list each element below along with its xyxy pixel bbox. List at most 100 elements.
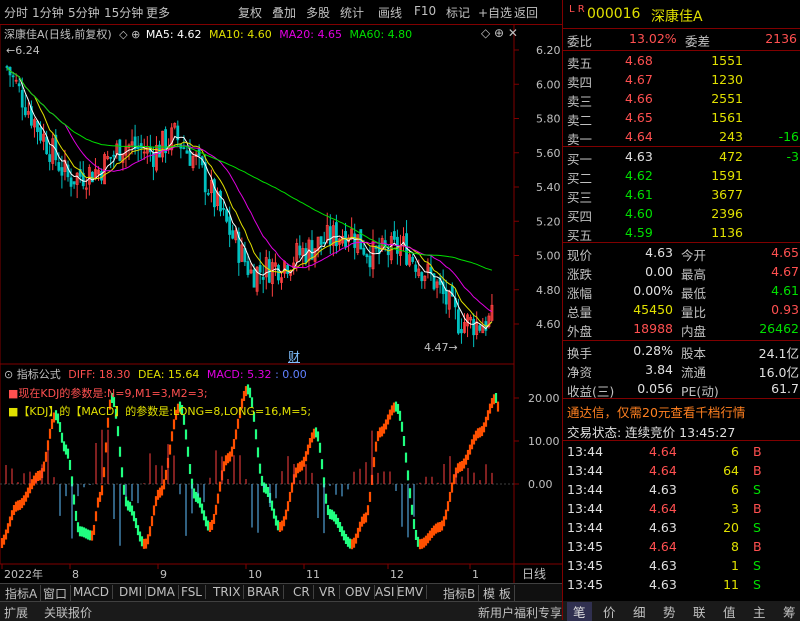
ma10-line: [6, 67, 493, 327]
candle-body: [139, 143, 143, 149]
indicator-tab[interactable]: DMA: [144, 585, 179, 599]
stat-value: 0.00: [645, 264, 673, 279]
tick-side: B: [753, 539, 762, 554]
tick-price: 4.64: [649, 501, 677, 516]
indicator-tab[interactable]: 指标B: [440, 585, 480, 602]
candle-body: [112, 154, 116, 157]
stat-label: 换手: [567, 346, 593, 361]
related-quote-button[interactable]: 关联报价: [44, 604, 92, 621]
indicator-tab[interactable]: CR: [290, 585, 314, 599]
detail-tab[interactable]: 联: [687, 602, 712, 621]
macd-label: MACD: 5.32: [206, 368, 272, 381]
detail-tab[interactable]: 势: [657, 602, 682, 621]
toolbar-item[interactable]: 复权: [238, 4, 262, 21]
stat-value: 0.28%: [633, 343, 673, 358]
indicator-tab[interactable]: TRIX: [210, 585, 245, 599]
panel-controls-icon[interactable]: ◇ ⊕ ✕: [481, 26, 518, 40]
collapse-icon[interactable]: ⊙: [4, 368, 13, 381]
stat-row: 收益(三) 0.056 PE(动) 61.7: [563, 380, 800, 399]
level-price: 4.62: [625, 168, 653, 183]
candle-body: [252, 269, 256, 288]
promo-row[interactable]: 通达信，仅需20元查看千档行情: [563, 401, 800, 420]
level-price: 4.65: [625, 110, 653, 125]
indicator-tab[interactable]: 窗口: [40, 585, 72, 602]
toolbar-item[interactable]: +自选: [478, 4, 512, 21]
toolbar-item[interactable]: 标记: [446, 4, 470, 21]
indicator-formula-button[interactable]: 指标公式: [17, 368, 61, 381]
indicator-tab[interactable]: 模 板: [480, 585, 515, 602]
stat-value: 0.056: [637, 381, 673, 396]
candle-body: [48, 154, 52, 162]
toolbar-item[interactable]: 15分钟: [104, 4, 143, 21]
finance-marker[interactable]: 财: [288, 348, 300, 365]
bid-row: 买五 4.59 1136: [563, 224, 800, 243]
level-volume: 243: [719, 129, 743, 144]
date-label: 12: [390, 568, 404, 581]
candle-body: [45, 136, 49, 155]
tick-row: 13:45 4.64 8 B: [563, 538, 800, 557]
stat-row: 总量 45450 量比 0.93: [563, 301, 800, 320]
detail-tab[interactable]: 细: [627, 602, 652, 621]
date-label: 8: [72, 568, 79, 581]
candle-body: [328, 226, 332, 245]
tick-side: B: [753, 444, 762, 459]
candle-body: [185, 150, 189, 154]
extend-button[interactable]: 扩展: [4, 604, 28, 621]
kline-chart[interactable]: 6.20 6.00 5.80 5.60 5.40 5.20 5.00 4.80 4.60 20.…: [0, 24, 562, 583]
indicator-tab[interactable]: 指标A: [2, 585, 42, 602]
toolbar-item[interactable]: 1分钟: [32, 4, 64, 21]
toolbar-item[interactable]: 更多: [146, 4, 170, 21]
date-label: 2022年: [4, 567, 43, 581]
detail-tab[interactable]: 筹: [777, 602, 800, 621]
indicator-tab[interactable]: OBV: [342, 585, 375, 599]
toolbar-item[interactable]: 多股: [306, 4, 330, 21]
price-axis-label: 4.60: [536, 318, 561, 331]
tick-row: 13:44 4.64 64 B: [563, 462, 800, 481]
candle-body: [478, 325, 482, 331]
indicator-tab[interactable]: MACD: [70, 585, 113, 599]
low-marker: 4.47→: [424, 341, 458, 354]
stat-value: 3.84: [645, 362, 673, 377]
candle-body: [206, 192, 210, 195]
toolbar-item[interactable]: 统计: [340, 4, 364, 21]
level-icon: L R: [569, 4, 585, 15]
toolbar-item[interactable]: 5分钟: [68, 4, 100, 21]
toolbar-item[interactable]: 画线: [378, 4, 402, 21]
toolbar-item[interactable]: F10: [414, 4, 436, 18]
stat-label: 流通: [681, 365, 707, 380]
quote-header: L R 000016 深康佳A: [563, 4, 800, 26]
candle-body: [310, 240, 314, 260]
level-price: 4.66: [625, 91, 653, 106]
indicator-tab[interactable]: DMI: [116, 585, 147, 599]
indicator-tab[interactable]: VR: [316, 585, 340, 599]
promo-link[interactable]: 新用户福利专享: [478, 604, 562, 621]
detail-tab[interactable]: 笔: [567, 602, 592, 621]
date-label: 11: [306, 568, 320, 581]
toolbar-item[interactable]: 分时: [4, 4, 28, 21]
stat-row: 现价 4.63 今开 4.65: [563, 244, 800, 263]
bid-row: 买三 4.61 3677: [563, 186, 800, 205]
indicator-tab[interactable]: EMV: [394, 585, 428, 599]
price-axis-label: 5.20: [536, 215, 561, 228]
toggle-icon[interactable]: ◇ ⊕: [119, 28, 140, 41]
candle-body: [368, 255, 372, 268]
candle-body: [456, 309, 460, 334]
tick-time: 13:45: [567, 577, 604, 592]
stat-label: 内盘: [681, 324, 707, 339]
toolbar-item[interactable]: 返回: [514, 4, 538, 21]
price-axis-label: 4.80: [536, 284, 561, 297]
candle-body: [304, 248, 308, 263]
indicator-tab[interactable]: FSL: [178, 585, 206, 599]
detail-tab[interactable]: 价: [597, 602, 622, 621]
candle-body: [11, 75, 15, 78]
tick-time: 13:44: [567, 520, 604, 535]
diff-label: DIFF: 18.30: [68, 368, 131, 381]
candle-body: [444, 289, 448, 305]
toolbar-item[interactable]: 叠加: [272, 4, 296, 21]
level-volume: 2551: [711, 91, 743, 106]
detail-tab[interactable]: 值: [717, 602, 742, 621]
stock-name: 深康佳A: [651, 9, 703, 25]
stat-value: 26462: [759, 321, 799, 336]
detail-tab[interactable]: 主: [747, 602, 772, 621]
indicator-tab[interactable]: BRAR: [244, 585, 284, 599]
